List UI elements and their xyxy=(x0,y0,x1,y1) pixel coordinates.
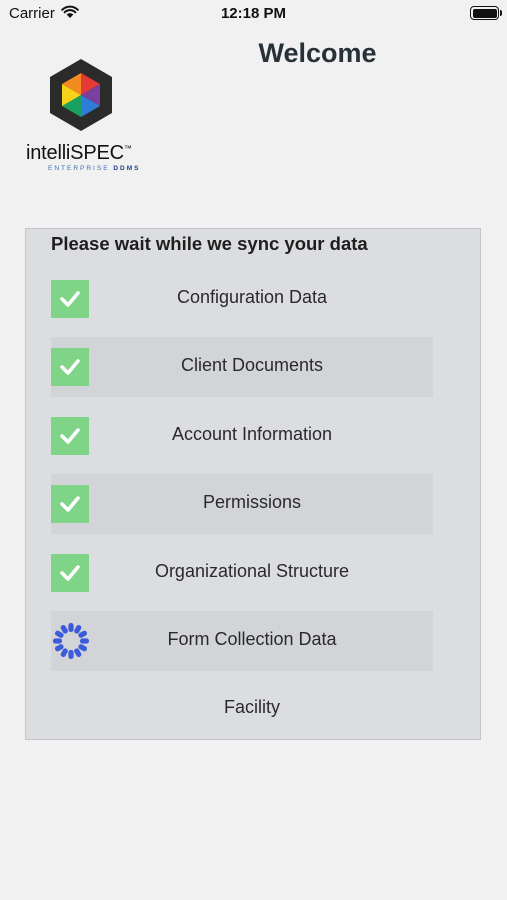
sync-item-label: Permissions xyxy=(202,492,302,512)
sync-item-client-documents: Client Documents xyxy=(51,337,433,397)
app-logo: intelliSPEC™ ENTERPRISE DDMS xyxy=(26,58,148,178)
sync-item-label: Client Documents xyxy=(180,355,324,375)
sync-item-configuration-data: Configuration Data xyxy=(51,269,433,329)
sync-panel: Please wait while we sync your data Conf… xyxy=(25,228,481,740)
sync-item-form-collection-data: Form Collection Data xyxy=(51,611,433,671)
sync-item-label: Organizational Structure xyxy=(154,561,350,581)
status-bar: Carrier 12:18 PM xyxy=(0,0,507,28)
sync-item-label: Facility xyxy=(223,697,280,717)
sync-item-permissions: Permissions xyxy=(51,474,433,534)
hexagon-logo-icon xyxy=(50,59,112,131)
sync-item-label: Form Collection Data xyxy=(167,629,337,649)
page-title: Welcome xyxy=(258,38,377,68)
logo-wordmark: intelliSPEC™ xyxy=(26,142,132,164)
sync-item-account-information: Account Information xyxy=(51,406,433,466)
battery-icon xyxy=(470,6,502,20)
sync-heading: Please wait while we sync your data xyxy=(51,233,368,254)
sync-item-organizational-structure: Organizational Structure xyxy=(51,543,433,603)
clock: 12:18 PM xyxy=(220,5,287,22)
sync-item-label: Configuration Data xyxy=(176,287,328,307)
sync-item-label: Account Information xyxy=(171,424,333,444)
sync-item-facility: Facility xyxy=(51,679,433,739)
logo-subtitle: ENTERPRISE DDMS xyxy=(48,165,141,172)
